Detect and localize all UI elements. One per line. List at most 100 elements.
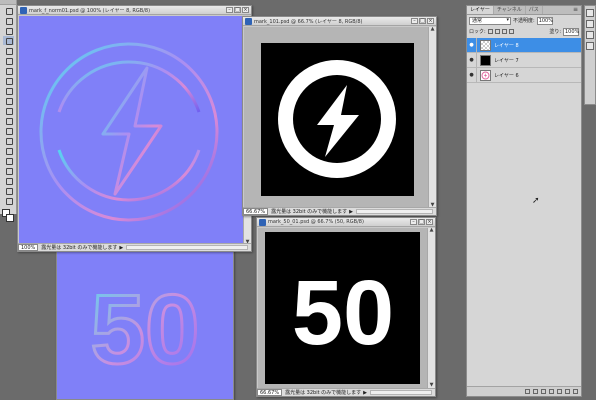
layers-panel-footer (467, 386, 581, 396)
color-swatches[interactable] (0, 209, 16, 225)
dodge-tool-icon[interactable] (3, 136, 14, 145)
vertical-scrollbar-mark50[interactable]: ▲ ▼ (427, 228, 435, 388)
minimize-button[interactable]: – (411, 18, 418, 24)
move-tool-icon[interactable] (3, 6, 14, 15)
delete-layer-icon[interactable] (573, 389, 578, 394)
fill-label: 塗り: (549, 29, 561, 35)
horizontal-scrollbar-mark101[interactable] (356, 209, 433, 214)
vertical-scrollbar-mark101[interactable]: ▲ ▼ (428, 27, 436, 208)
maximize-button[interactable]: □ (234, 7, 241, 13)
window-title-norm01: mark_f_norm01.psd @ 100% (レイヤー 8, RGB/8) (29, 7, 151, 14)
lock-transparency-icon[interactable] (487, 29, 493, 34)
shape-tool-icon[interactable] (3, 176, 14, 185)
minimize-button[interactable]: – (410, 219, 417, 225)
marquee-tool-icon[interactable] (3, 16, 14, 25)
status-menu-arrow-icon[interactable]: ▶ (349, 209, 353, 215)
status-menu-arrow-icon[interactable]: ▶ (119, 245, 123, 251)
document-window-norm01[interactable]: mark_f_norm01.psd @ 100% (レイヤー 8, RGB/8)… (17, 5, 252, 252)
canvas-area-mark50[interactable]: 50 (258, 228, 428, 388)
titlebar-mark50[interactable]: mark_50_01.psd @ 66.7% (50, RGB/8) – □ × (257, 218, 435, 227)
eyedropper-tool-icon[interactable] (3, 56, 14, 65)
visibility-eye-icon[interactable]: ● (467, 53, 477, 67)
window-title-mark50: mark_50_01.psd @ 66.7% (50, RGB/8) (268, 219, 364, 225)
dock-swatches-icon[interactable] (586, 20, 594, 28)
pink-lightning-thumb-icon (481, 71, 490, 79)
background-color-swatch[interactable] (6, 214, 14, 222)
gradient-tool-icon[interactable] (3, 116, 14, 125)
layer-row[interactable]: ● レイヤー 7 (467, 53, 581, 68)
zoom-field-mark50[interactable]: 66.67% (257, 389, 283, 396)
lock-all-icon[interactable] (508, 29, 514, 34)
minimize-button[interactable]: – (226, 7, 233, 13)
canvas-norm01[interactable] (19, 16, 243, 245)
layer-row[interactable]: ● レイヤー 6 (467, 68, 581, 83)
statusbar-norm01: 100% 露光量は 32bit のみで機能します ▶ (18, 243, 251, 251)
visibility-eye-icon[interactable]: ● (467, 38, 477, 52)
hand-tool-icon[interactable] (3, 186, 14, 195)
layer-mask-icon[interactable] (541, 389, 546, 394)
opacity-field[interactable]: 100% (536, 16, 553, 25)
canvas-50-normal[interactable]: 50 (57, 247, 233, 399)
brush-tool-icon[interactable] (3, 76, 14, 85)
titlebar-mark101[interactable]: mark_101.psd @ 66.7% (レイヤー 8, RGB/8) – □… (243, 17, 436, 26)
quick-select-tool-icon[interactable] (2, 36, 14, 45)
layer-list: ● レイヤー 8 ● レイヤー 7 ● レイヤー 6 (467, 38, 581, 83)
opacity-label: 不透明度: (513, 18, 535, 24)
visibility-eye-icon[interactable]: ● (467, 68, 477, 82)
document-window-mark101[interactable]: mark_101.psd @ 66.7% (レイヤー 8, RGB/8) – □… (242, 16, 437, 216)
panel-menu-icon[interactable]: ≡ (573, 6, 581, 14)
dock-color-icon[interactable] (586, 9, 594, 17)
pen-tool-icon[interactable] (3, 146, 14, 155)
horizontal-scrollbar-norm01[interactable] (126, 245, 248, 250)
type-tool-icon[interactable] (3, 156, 14, 165)
window-controls-mark101: – □ × (411, 18, 434, 24)
close-button[interactable]: × (426, 219, 433, 225)
path-select-tool-icon[interactable] (3, 166, 14, 175)
close-button[interactable]: × (242, 7, 249, 13)
lasso-tool-icon[interactable] (3, 26, 14, 35)
status-info-norm01: 露光量は 32bit のみで機能します (41, 245, 118, 251)
adjustment-layer-icon[interactable] (549, 389, 554, 394)
status-info-mark50: 露光量は 32bit のみで機能します (285, 390, 362, 396)
zoom-tool-icon[interactable] (3, 196, 14, 205)
status-menu-arrow-icon[interactable]: ▶ (363, 390, 367, 396)
scroll-up-arrow-icon[interactable]: ▲ (430, 27, 435, 32)
tools-panel (0, 0, 17, 222)
new-layer-icon[interactable] (565, 389, 570, 394)
dock-styles-icon[interactable] (586, 31, 594, 39)
zoom-field-mark101[interactable]: 66.67% (243, 208, 269, 215)
dock-history-icon[interactable] (586, 42, 594, 50)
clone-stamp-tool-icon[interactable] (3, 86, 14, 95)
link-layers-icon[interactable] (525, 389, 530, 394)
lock-position-icon[interactable] (501, 29, 507, 34)
eraser-tool-icon[interactable] (3, 106, 14, 115)
lock-pixels-icon[interactable] (494, 29, 500, 34)
horizontal-scrollbar-mark50[interactable] (370, 390, 432, 395)
lightning-icon-art (278, 60, 396, 178)
maximize-button[interactable]: □ (419, 18, 426, 24)
layer-row[interactable]: ● レイヤー 8 (467, 38, 581, 53)
healing-brush-tool-icon[interactable] (3, 66, 14, 75)
canvas-mark50[interactable]: 50 (265, 232, 420, 384)
tab-layers[interactable]: レイヤー (467, 6, 494, 14)
layer-style-icon[interactable] (533, 389, 538, 394)
titlebar-norm01[interactable]: mark_f_norm01.psd @ 100% (レイヤー 8, RGB/8)… (18, 6, 251, 15)
document-window-50-normal[interactable]: 50 (56, 246, 234, 400)
scroll-up-arrow-icon[interactable]: ▲ (429, 228, 434, 233)
tab-channels[interactable]: チャンネル (494, 6, 526, 14)
close-button[interactable]: × (427, 18, 434, 24)
canvas-mark101[interactable] (261, 43, 414, 196)
tab-paths[interactable]: パス (526, 6, 543, 14)
status-info-mark101: 露光量は 32bit のみで機能します (271, 209, 348, 215)
blur-tool-icon[interactable] (3, 126, 14, 135)
fill-field[interactable]: 100% (563, 27, 579, 36)
new-group-icon[interactable] (557, 389, 562, 394)
blend-mode-select[interactable]: 通常 (469, 16, 511, 25)
zoom-field-norm01[interactable]: 100% (18, 244, 39, 251)
canvas-area-mark101[interactable] (244, 27, 429, 208)
document-window-mark50[interactable]: mark_50_01.psd @ 66.7% (50, RGB/8) – □ ×… (256, 217, 436, 397)
crop-tool-icon[interactable] (3, 46, 14, 55)
tools-panel-grip[interactable] (0, 0, 16, 5)
maximize-button[interactable]: □ (418, 219, 425, 225)
history-brush-tool-icon[interactable] (3, 96, 14, 105)
